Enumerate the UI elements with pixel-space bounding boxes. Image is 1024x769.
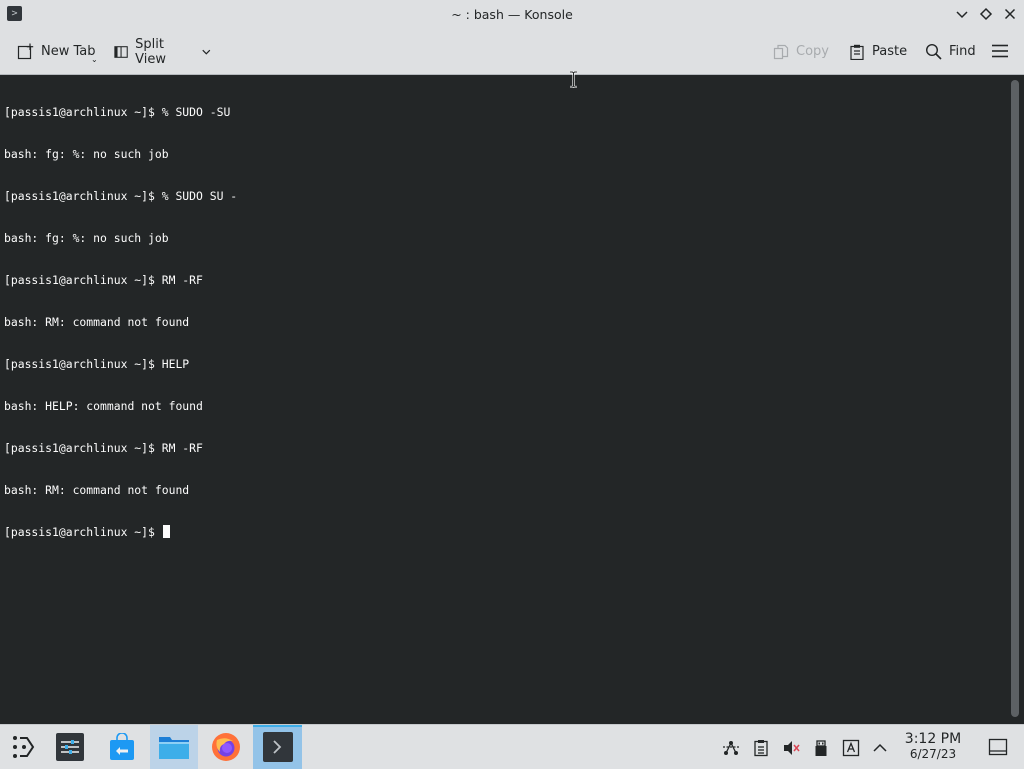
scrollbar-thumb[interactable] xyxy=(1011,80,1019,717)
terminal-line: [passis1@archlinux ~]$ % SUDO -SU xyxy=(4,105,231,119)
firefox-button[interactable] xyxy=(202,725,250,769)
new-tab-menu-arrow-icon[interactable]: ⌄ xyxy=(91,55,98,64)
terminal-line: bash: fg: %: no such job xyxy=(4,231,169,245)
paste-icon xyxy=(850,44,864,60)
split-view-icon xyxy=(114,45,128,58)
maximize-icon[interactable] xyxy=(977,5,995,23)
active-task-indicator xyxy=(253,725,302,727)
terminal-line: [passis1@archlinux ~]$ HELP xyxy=(4,357,190,371)
terminal-line: [passis1@archlinux ~]$ RM -RF xyxy=(4,273,203,287)
chevron-down-icon[interactable] xyxy=(201,46,212,58)
new-tab-button[interactable]: New Tab ⌄ xyxy=(17,29,107,74)
terminal-prompt: [passis1@archlinux ~]$ xyxy=(4,525,162,539)
system-settings-button[interactable] xyxy=(46,725,94,769)
keyboard-layout-icon[interactable] xyxy=(842,739,860,757)
firefox-icon xyxy=(212,733,240,761)
system-settings-icon xyxy=(56,733,84,761)
ibeam-cursor-icon xyxy=(570,71,577,88)
terminal-line: bash: RM: command not found xyxy=(4,483,190,497)
close-icon[interactable] xyxy=(1001,5,1019,23)
copy-label: Copy xyxy=(796,44,829,59)
dolphin-file-manager-icon xyxy=(159,737,189,759)
show-desktop-icon[interactable] xyxy=(988,738,1008,756)
volume-muted-icon[interactable] xyxy=(782,739,800,757)
discover-store-button[interactable] xyxy=(98,725,146,769)
window-titlebar[interactable]: > ~ : bash — Konsole xyxy=(0,0,1024,29)
search-icon xyxy=(925,43,942,60)
split-view-button[interactable]: Split View xyxy=(114,29,219,74)
terminal-line: bash: fg: %: no such job xyxy=(4,147,169,161)
toolbar: New Tab ⌄ Split View Copy Paste Find xyxy=(0,29,1024,75)
terminal-line: bash: HELP: command not found xyxy=(4,399,203,413)
find-label: Find xyxy=(949,44,976,59)
copy-button[interactable]: Copy xyxy=(773,29,833,74)
terminal-line: [passis1@archlinux ~]$ % SUDO SU - xyxy=(4,189,238,203)
expand-tray-icon[interactable] xyxy=(871,739,889,757)
konsole-icon xyxy=(262,732,293,762)
paste-label: Paste xyxy=(872,44,908,59)
split-view-label: Split View xyxy=(135,36,166,67)
terminal-output[interactable]: [passis1@archlinux ~]$ % SUDO -SU bash: … xyxy=(0,75,1008,724)
discover-store-icon xyxy=(110,733,134,760)
terminal-line: bash: RM: command not found xyxy=(4,315,190,329)
copy-icon xyxy=(773,44,789,59)
konsole-task-button[interactable] xyxy=(253,725,302,769)
application-launcher-icon xyxy=(13,736,35,758)
text-cursor xyxy=(162,525,170,538)
taskbar xyxy=(0,724,1024,769)
find-button[interactable]: Find xyxy=(925,29,977,74)
application-launcher-button[interactable] xyxy=(0,725,48,769)
terminal-line: [passis1@archlinux ~]$ RM -RF xyxy=(4,441,203,455)
paste-button[interactable]: Paste xyxy=(849,29,909,74)
hamburger-menu-icon[interactable] xyxy=(991,43,1009,59)
usb-device-icon[interactable] xyxy=(812,739,830,757)
terminal-prompt-line[interactable]: [passis1@archlinux ~]$ xyxy=(4,525,1008,539)
new-tab-label: New Tab xyxy=(41,44,96,59)
minimize-icon[interactable] xyxy=(953,5,971,23)
new-tab-icon xyxy=(17,43,34,60)
clock-time[interactable]: 3:12 PM xyxy=(894,731,972,747)
clipboard-icon[interactable] xyxy=(752,739,770,757)
clock-date[interactable]: 6/27/23 xyxy=(894,747,972,761)
window-title: ~ : bash — Konsole xyxy=(451,7,573,22)
network-icon[interactable] xyxy=(722,739,740,757)
dolphin-file-manager-button[interactable] xyxy=(150,725,198,769)
